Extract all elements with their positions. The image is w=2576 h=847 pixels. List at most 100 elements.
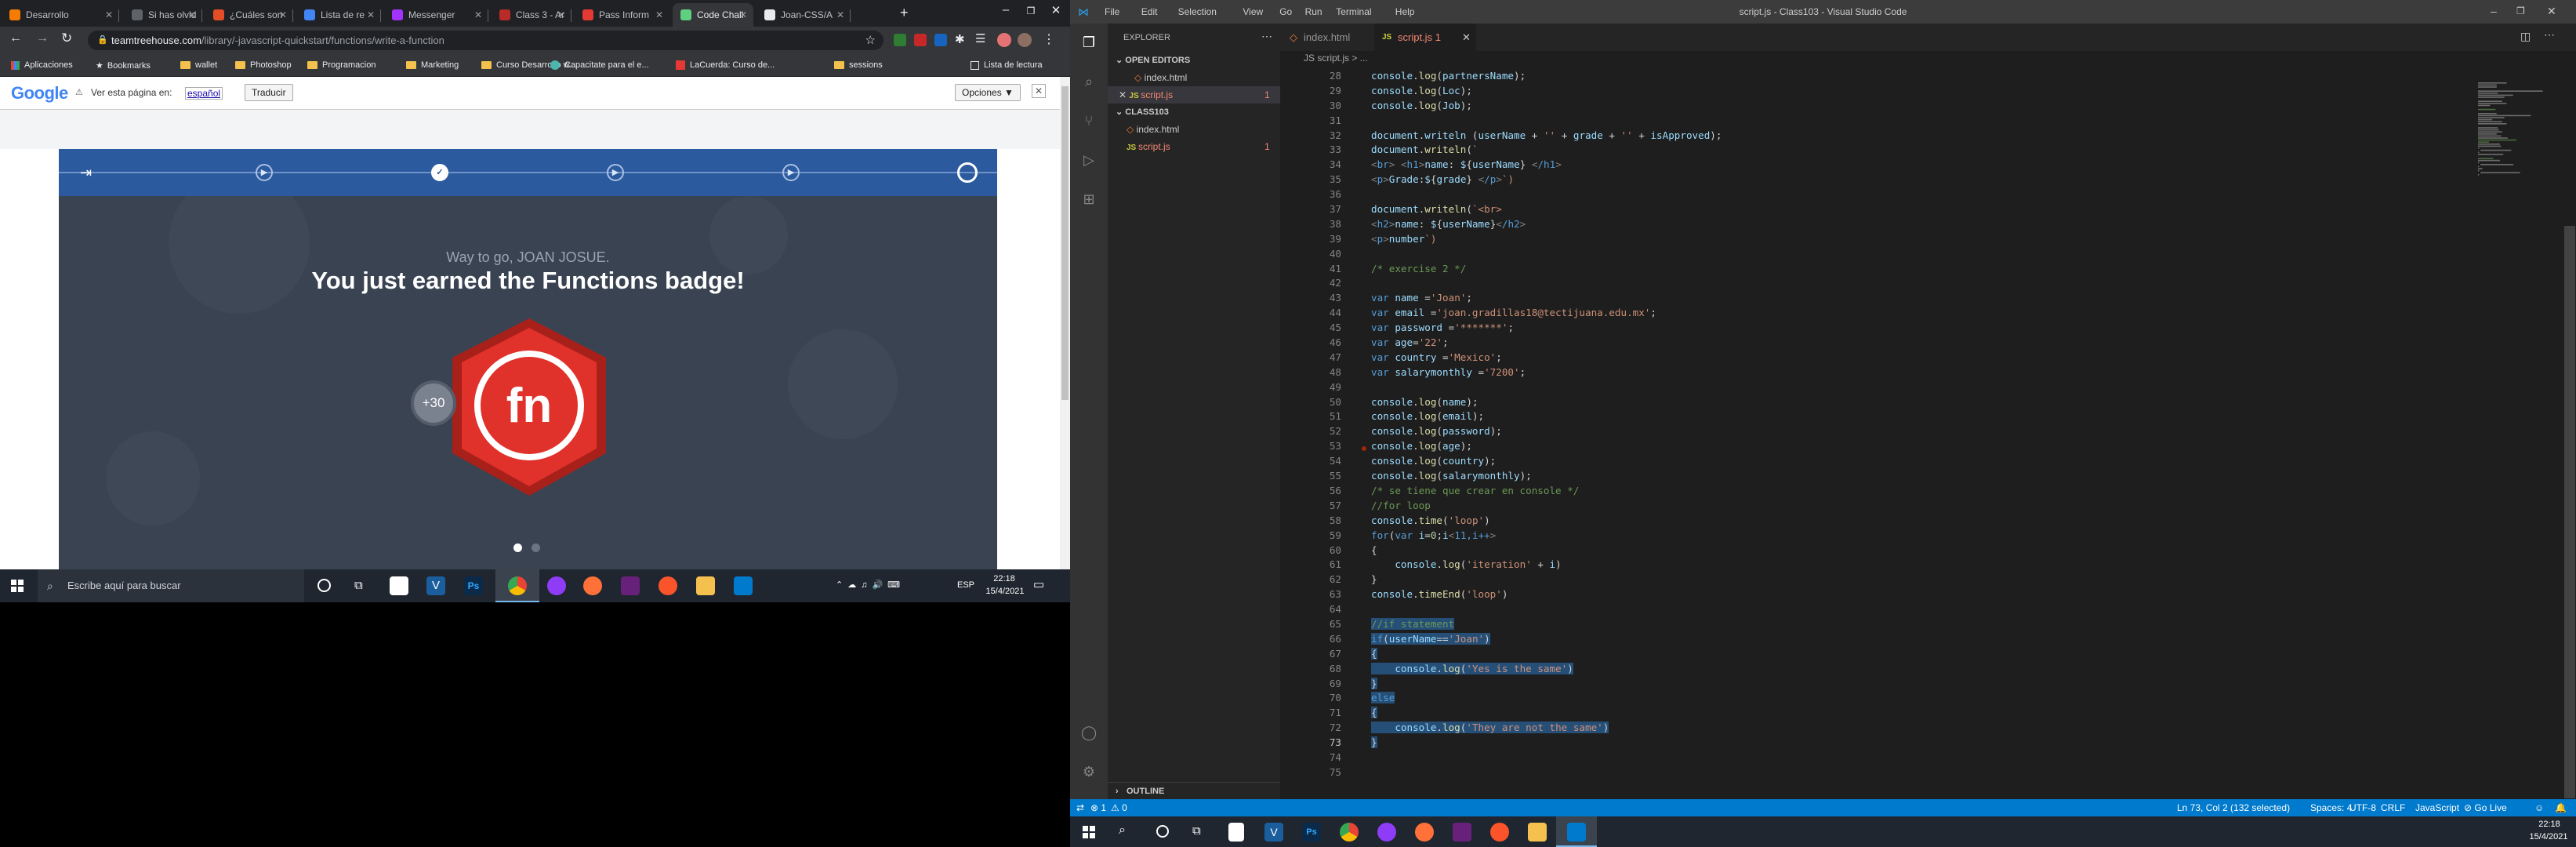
close-icon[interactable]: ✕ [2547,5,2556,18]
extension-icon[interactable] [894,34,906,46]
code-line[interactable]: console.log(country); [1371,454,1722,469]
code-line[interactable] [1371,380,1722,395]
puzzle-icon[interactable]: ✱ [955,32,965,46]
extension-icon[interactable] [914,34,927,46]
reload-icon[interactable]: ↻ [61,31,72,46]
firefox-icon[interactable] [583,576,602,595]
code-line[interactable]: //for loop [1371,499,1722,514]
file-icon[interactable] [1228,823,1244,842]
bookmark-item[interactable]: ★ Bookmarks [96,60,151,71]
brave-icon[interactable] [659,576,677,595]
line-ending[interactable]: CRLF [2381,802,2405,813]
code-line[interactable]: } [1371,573,1722,587]
code-line[interactable]: /* exercise 2 */ [1371,262,1722,277]
code-line[interactable]: console.log('They are not the same') [1371,721,1722,736]
open-editors-header[interactable]: ⌄ OPEN EDITORS [1108,52,1280,69]
go-live-button[interactable]: ⊘ Go Live [2464,802,2507,813]
code-line[interactable]: { [1371,647,1722,662]
playlist-icon[interactable]: ☰ [975,31,985,45]
tab-close-icon[interactable]: ✕ [557,9,565,20]
code-line[interactable]: <p>number`) [1371,232,1722,247]
code-line[interactable]: var age='22'; [1371,336,1722,351]
editor-scrollbar[interactable] [2564,69,2575,799]
browser-tab[interactable]: Desarrollo ✕ [2,3,119,27]
chrome-icon[interactable] [1340,823,1359,842]
bookmark-item[interactable]: wallet [180,60,217,70]
more-actions-icon[interactable]: ⋯ [1261,30,1272,43]
code-line[interactable]: console.timeEnd('loop') [1371,587,1722,602]
code-line[interactable]: var name ='Joan'; [1371,291,1722,306]
back-icon[interactable]: ← [9,31,22,45]
star-icon[interactable]: ☆ [865,33,876,47]
cortana-icon[interactable] [1156,825,1169,838]
taskbar-search[interactable]: ⌕ Escribe aquí para buscar [38,569,304,602]
encoding[interactable]: UTF-8 [2349,802,2376,813]
file-explorer-icon[interactable] [696,576,715,595]
new-tab-button[interactable]: + [900,5,909,21]
code-line[interactable] [1371,751,1722,765]
code-line[interactable]: console.log(name); [1371,395,1722,410]
language-indicator[interactable]: ESP [957,580,974,590]
code-line[interactable]: console.log(salarymonthly); [1371,469,1722,484]
file-icon[interactable] [390,576,408,595]
feedback-icon[interactable]: ☺ [2534,802,2544,813]
carousel-dot[interactable] [532,543,540,552]
close-icon[interactable]: ✕ [1044,3,1068,17]
code-line[interactable]: var email ='joan.gradillas18@tectijuana.… [1371,306,1722,321]
more-actions-icon[interactable]: ⋯ [2544,28,2555,42]
scrollbar-thumb[interactable] [1061,86,1068,400]
open-editor-item[interactable]: ◇ index.html [1108,69,1280,86]
tab-close-icon[interactable]: ✕ [279,9,287,20]
breakpoint-icon[interactable] [1362,446,1366,451]
search-icon[interactable]: ⌕ [1081,74,1097,89]
firefox-icon[interactable] [1415,823,1434,842]
close-icon[interactable]: ✕ [1462,24,1471,51]
explorer-icon[interactable]: ❐ [1081,35,1097,50]
notifications-icon[interactable]: ▭ [1033,577,1044,591]
code-line[interactable]: document.writeln (userName + '' + grade … [1371,129,1722,144]
code-line[interactable]: { [1371,706,1722,721]
kebab-menu-icon[interactable]: ⋮ [1043,31,1055,47]
browser-tab[interactable]: ¿Cuáles son ✕ [205,3,293,27]
error-count[interactable]: ⊗ 1 [1090,802,1106,813]
code-line[interactable] [1371,114,1722,129]
file-explorer-icon[interactable] [1528,823,1547,842]
step-complete-icon[interactable]: ✓ [431,164,448,181]
code-line[interactable]: var password ='*******'; [1371,321,1722,336]
code-line[interactable] [1371,276,1722,291]
file-tree-item[interactable]: ◇ index.html [1108,121,1280,138]
photoshop-icon[interactable]: Ps [464,576,483,595]
clock-time[interactable]: 22:18 [2530,820,2569,829]
code-editor[interactable]: console.log(partnersName); console.log(Lo… [1371,69,1722,780]
breadcrumb[interactable]: JS script.js > ... [1304,53,1368,64]
close-icon[interactable]: ✕ [1119,89,1129,100]
forward-icon[interactable]: → [36,31,49,45]
visio-icon[interactable]: V [1264,823,1283,842]
maximize-icon[interactable]: ❐ [1019,5,1043,16]
bookmark-item[interactable]: LaCuerda: Curso de... [676,60,775,70]
minimize-icon[interactable]: – [994,3,1018,16]
browser-tab[interactable]: Class 3 - Ar ✕ [492,3,571,27]
code-line[interactable]: /* se tiene que crear en console */ [1371,484,1722,499]
code-line[interactable]: if(userName=='Joan') [1371,632,1722,647]
code-line[interactable]: console.log('iteration' + i) [1371,558,1722,573]
avatar[interactable] [997,33,1011,47]
code-line[interactable]: } [1371,677,1722,692]
code-line[interactable]: document.writeln(`<br> [1371,202,1722,217]
minimap[interactable] [2475,51,2564,208]
indentation[interactable]: Spaces: 4 [2310,802,2352,813]
code-line[interactable] [1371,247,1722,262]
code-line[interactable]: else [1371,691,1722,706]
outline-panel-header[interactable]: › OUTLINE [1108,782,1280,799]
code-line[interactable]: <br> <h1>name: ${userName} </h1> [1371,158,1722,173]
code-line[interactable]: var country ='Mexico'; [1371,351,1722,365]
clock-date[interactable]: 15/4/2021 [983,587,1027,596]
warning-count[interactable]: ⚠ 0 [1111,802,1127,813]
project-header[interactable]: ⌄ CLASS103 [1108,104,1280,121]
account-icon[interactable]: ◯ [1081,725,1097,740]
avatar[interactable] [1018,33,1032,47]
code-line[interactable] [1371,765,1722,780]
browser-tab[interactable]: Pass Inform ✕ [575,3,669,27]
settings-gear-icon[interactable]: ⚙ [1081,764,1097,780]
source-control-icon[interactable]: ⑂ [1081,113,1097,129]
